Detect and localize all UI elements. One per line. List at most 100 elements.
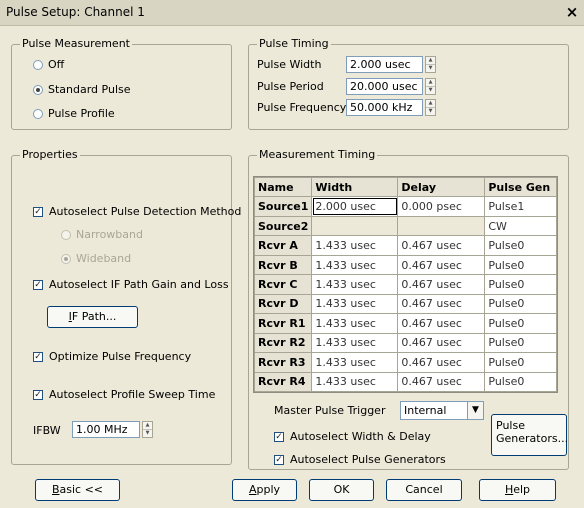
pulse-gen-cell[interactable]: Pulse1 bbox=[484, 196, 557, 217]
pulse-width-spinner: 2.000 usec ▲ ▼ bbox=[346, 56, 436, 73]
width-cell[interactable]: 1.433 usec bbox=[311, 352, 399, 373]
pulse-generators-button[interactable]: Pulse Generators... bbox=[491, 414, 569, 456]
width-cell[interactable]: 2.000 usec bbox=[311, 196, 399, 217]
apply-text: pply bbox=[256, 483, 281, 496]
delay-cell[interactable]: 0.467 usec bbox=[397, 235, 486, 256]
width-cell[interactable]: 1.433 usec bbox=[311, 274, 399, 295]
autoselect-detection-checkbox[interactable]: ✓ Autoselect Pulse Detection Method bbox=[33, 205, 241, 218]
table-row: Rcvr C 1.433 usec 0.467 usec Pulse0 bbox=[253, 274, 557, 295]
basic-button[interactable]: Basic << bbox=[35, 479, 120, 501]
pulse-timing-label: Pulse Timing bbox=[257, 37, 331, 50]
col-delay-header: Delay bbox=[397, 176, 486, 198]
pulse-gen-cell[interactable]: Pulse0 bbox=[484, 293, 557, 315]
radio-off[interactable]: Off bbox=[33, 58, 64, 71]
checkbox-checked-icon: ✓ bbox=[33, 351, 43, 362]
master-trigger-value[interactable]: Internal bbox=[400, 401, 467, 420]
table-row: Source1 2.000 usec 0.000 psec Pulse1 bbox=[253, 196, 557, 217]
apply-button[interactable]: Apply bbox=[232, 479, 297, 501]
radio-pulse-profile[interactable]: Pulse Profile bbox=[33, 107, 115, 120]
table-row: Rcvr D 1.433 usec 0.467 usec Pulse0 bbox=[253, 293, 557, 315]
if-path-button[interactable]: IF Path... bbox=[47, 306, 138, 328]
table-row: Rcvr R4 1.433 usec 0.467 usec Pulse0 bbox=[253, 371, 557, 393]
master-trigger-select[interactable]: Internal ▼ bbox=[400, 401, 484, 420]
autoselect-generators-checkbox[interactable]: ✓ Autoselect Pulse Generators bbox=[274, 453, 446, 466]
ifbw-field[interactable]: 1.00 MHz bbox=[72, 421, 140, 438]
pulse-period-label: Pulse Period bbox=[257, 80, 324, 93]
pulse-gen-cell[interactable]: Pulse0 bbox=[484, 371, 557, 393]
width-cell[interactable] bbox=[311, 215, 399, 237]
radio-standard-pulse[interactable]: Standard Pulse bbox=[33, 83, 131, 96]
ifbw-stepper[interactable]: ▲ ▼ bbox=[142, 421, 153, 438]
checkbox-checked-icon: ✓ bbox=[33, 389, 43, 400]
pulse-gen-cell[interactable]: Pulse0 bbox=[484, 274, 557, 295]
if-path-text: F Path... bbox=[71, 310, 117, 323]
up-arrow-icon[interactable]: ▲ bbox=[426, 57, 435, 64]
pulse-gen-cell[interactable]: Pulse0 bbox=[484, 235, 557, 256]
width-cell[interactable]: 1.433 usec bbox=[311, 371, 399, 393]
pulse-gen-cell[interactable]: Pulse0 bbox=[484, 254, 557, 276]
delay-cell[interactable]: 0.467 usec bbox=[397, 352, 486, 373]
radio-pulse-profile-label: Pulse Profile bbox=[48, 107, 115, 120]
autoselect-if-gain-text: Autoselect IF Path Gain and Loss bbox=[49, 278, 229, 291]
radio-narrowband-label: Narrowband bbox=[76, 228, 143, 241]
width-cell[interactable]: 1.433 usec bbox=[311, 235, 399, 256]
pulse-generators-line2: Generators... bbox=[496, 432, 569, 445]
down-arrow-icon[interactable]: ▼ bbox=[143, 429, 152, 437]
autoselect-sweep-checkbox[interactable]: ✓ Autoselect Profile Sweep Time bbox=[33, 388, 215, 401]
delay-cell[interactable] bbox=[397, 215, 486, 237]
down-arrow-icon[interactable]: ▼ bbox=[426, 64, 435, 72]
pulse-width-stepper[interactable]: ▲ ▼ bbox=[425, 56, 436, 73]
pulse-gen-cell[interactable]: CW bbox=[484, 215, 557, 237]
pulse-width-field[interactable]: 2.000 usec bbox=[346, 56, 423, 73]
checkbox-checked-icon: ✓ bbox=[274, 454, 284, 465]
up-arrow-icon[interactable]: ▲ bbox=[426, 79, 435, 86]
radio-standard-pulse-icon bbox=[33, 84, 43, 95]
ok-text: OK bbox=[333, 483, 350, 496]
delay-cell[interactable]: 0.467 usec bbox=[397, 332, 486, 354]
delay-cell[interactable]: 0.467 usec bbox=[397, 371, 486, 393]
pulse-gen-cell[interactable]: Pulse0 bbox=[484, 352, 557, 373]
pulse-period-stepper[interactable]: ▲ ▼ bbox=[425, 78, 436, 95]
window-title: Pulse Setup: Channel 1 bbox=[6, 5, 145, 19]
table-row: Rcvr R2 1.433 usec 0.467 usec Pulse0 bbox=[253, 332, 557, 354]
radio-narrowband-icon bbox=[61, 229, 71, 240]
pulse-setup-dialog: Pulse Setup: Channel 1 × Pulse Measureme… bbox=[0, 0, 584, 508]
optimize-frequency-checkbox[interactable]: ✓ Optimize Pulse Frequency bbox=[33, 350, 191, 363]
cancel-button[interactable]: Cancel bbox=[386, 479, 462, 501]
chevron-down-icon[interactable]: ▼ bbox=[467, 401, 484, 420]
width-cell[interactable]: 1.433 usec bbox=[311, 313, 399, 334]
delay-cell[interactable]: 0.467 usec bbox=[397, 313, 486, 334]
down-arrow-icon[interactable]: ▼ bbox=[426, 107, 435, 115]
master-trigger-label: Master Pulse Trigger bbox=[274, 404, 386, 417]
pulse-period-field[interactable]: 20.000 usec bbox=[346, 78, 423, 95]
pulse-width-label: Pulse Width bbox=[257, 58, 322, 71]
width-cell[interactable]: 1.433 usec bbox=[311, 293, 399, 315]
help-button[interactable]: Help bbox=[479, 479, 556, 501]
radio-wideband: Wideband bbox=[61, 252, 131, 265]
delay-cell[interactable]: 0.467 usec bbox=[397, 274, 486, 295]
delay-cell[interactable]: 0.467 usec bbox=[397, 254, 486, 276]
pulse-frequency-field[interactable]: 50.000 kHz bbox=[346, 99, 423, 116]
down-arrow-icon[interactable]: ▼ bbox=[426, 86, 435, 94]
radio-wideband-label: Wideband bbox=[76, 252, 132, 265]
pulse-gen-cell[interactable]: Pulse0 bbox=[484, 332, 557, 354]
table-row: Rcvr B 1.433 usec 0.467 usec Pulse0 bbox=[253, 254, 557, 276]
width-cell[interactable]: 1.433 usec bbox=[311, 254, 399, 276]
table-row: Rcvr R3 1.433 usec 0.467 usec Pulse0 bbox=[253, 352, 557, 373]
autoselect-sweep-text: Autoselect Profile Sweep Time bbox=[49, 388, 216, 401]
pulse-gen-cell[interactable]: Pulse0 bbox=[484, 313, 557, 334]
basic-accel: B bbox=[51, 483, 60, 496]
close-icon[interactable]: × bbox=[564, 3, 580, 21]
autoselect-width-delay-checkbox[interactable]: ✓ Autoselect Width & Delay bbox=[274, 430, 431, 443]
up-arrow-icon[interactable]: ▲ bbox=[143, 422, 152, 429]
delay-cell[interactable]: 0.000 psec bbox=[397, 196, 486, 217]
pulse-frequency-stepper[interactable]: ▲ ▼ bbox=[425, 99, 436, 116]
pulse-measurement-label: Pulse Measurement bbox=[20, 37, 132, 50]
width-cell[interactable]: 1.433 usec bbox=[311, 332, 399, 354]
radio-off-icon bbox=[33, 59, 43, 70]
delay-cell[interactable]: 0.467 usec bbox=[397, 293, 486, 315]
row-name: Rcvr A bbox=[253, 235, 313, 256]
ok-button[interactable]: OK bbox=[309, 479, 374, 501]
up-arrow-icon[interactable]: ▲ bbox=[426, 100, 435, 107]
autoselect-if-gain-checkbox[interactable]: ✓ Autoselect IF Path Gain and Loss bbox=[33, 278, 229, 291]
